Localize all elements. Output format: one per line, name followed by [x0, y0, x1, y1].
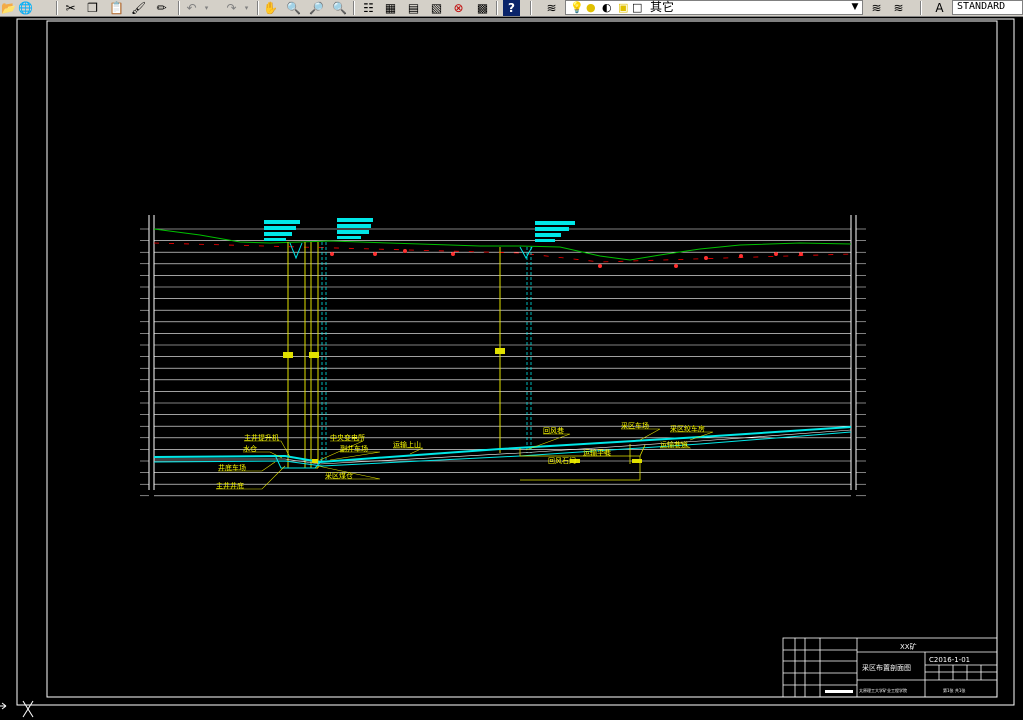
zoom-realtime-icon[interactable]: 🔍 — [285, 0, 302, 16]
layer-on-icon: 💡 — [570, 1, 584, 14]
redo-dropdown-icon[interactable]: ▾ — [238, 0, 255, 16]
title-block-sheet: 第1张 共1张 — [943, 687, 965, 693]
chevron-down-icon[interactable]: ▼ — [849, 1, 861, 14]
label-return-airway: 回风巷 — [543, 427, 564, 435]
separator — [920, 1, 922, 15]
paste-icon[interactable]: 📋 — [108, 0, 125, 16]
label-haulage-drift: 运输平巷 — [583, 448, 611, 457]
drawing-canvas[interactable]: 主井提升机 水仓 井底车场 主井井底 中央变电所 副井车场 采区煤仓 运输上山 … — [0, 17, 1023, 720]
separator — [353, 1, 355, 15]
text-style-icon[interactable]: A — [931, 0, 948, 16]
layer-freeze-icon: ● — [586, 1, 596, 14]
ucs-icon — [0, 700, 34, 718]
separator — [257, 1, 259, 15]
layer-name: 其它 — [650, 0, 675, 14]
layer-dropdown[interactable]: 💡 ● ◐ ▣ □ 其它 ▼ — [565, 0, 863, 15]
title-block-drawing-title: 采区布置剖面图 — [862, 663, 911, 672]
label-haulage-roadway: 运输巷道 — [660, 440, 688, 449]
sheet-set-icon[interactable]: ▧ — [428, 0, 445, 16]
title-block-fill — [825, 690, 853, 693]
separator — [496, 1, 498, 15]
title-block-drawing-number: C2016-1-01 — [929, 656, 970, 664]
title-block-design-unit: 太原理工大学矿业工程学院 — [859, 687, 907, 693]
separator — [56, 1, 58, 15]
match-properties-icon[interactable]: 🖌 — [130, 0, 147, 16]
separator — [178, 1, 180, 15]
main-shaft-headframe — [264, 220, 300, 241]
separator — [530, 1, 532, 15]
cut-icon[interactable]: ✂ — [62, 0, 79, 16]
layer-color-swatch: □ — [632, 1, 643, 14]
layer-lock-icon: ▣ — [618, 1, 629, 14]
layer-viewport-icon: ◐ — [602, 1, 612, 14]
zoom-window-icon[interactable]: 🔎 — [308, 0, 325, 16]
fault-markers — [330, 249, 803, 268]
calculator-icon[interactable]: ▩ — [474, 0, 491, 16]
pan-icon[interactable]: ✋ — [262, 0, 279, 16]
text-style-dropdown[interactable]: STANDARD — [952, 0, 1023, 15]
label-main-hoist: 主井提升机 — [244, 433, 279, 442]
label-district-bunker: 采区煤仓 — [325, 471, 353, 480]
standard-toolbar: 📂 🌐 ✂ ❐ 📋 🖌 ✏ ↶ ▾ ↷ ▾ ✋ 🔍 🔎 🔍 ☷ ▦ ▤ ▧ ⊗ … — [0, 0, 1023, 17]
ground-surface-line — [153, 228, 852, 261]
label-return-crosscut: 回风石门 — [548, 456, 576, 465]
markup-icon[interactable]: ⊗ — [450, 0, 467, 16]
make-layer-current-icon[interactable]: ≋ — [868, 0, 885, 16]
label-sump: 水仓 — [243, 444, 257, 453]
auxiliary-shaft-headframe — [337, 218, 373, 239]
design-center-icon[interactable]: ▦ — [382, 0, 399, 16]
properties-icon[interactable]: ☷ — [360, 0, 377, 16]
layer-previous-icon[interactable]: ≋ — [890, 0, 907, 16]
shaft-collar-marks — [289, 242, 533, 260]
copy-icon[interactable]: ❐ — [84, 0, 101, 16]
label-shaft-bottom-yard: 井底车场 — [218, 463, 246, 472]
auxiliary-shaft — [321, 242, 327, 462]
help-icon[interactable]: ? — [503, 0, 520, 16]
label-aux-shaft-yard: 副井车场 — [340, 444, 368, 453]
tool-palettes-icon[interactable]: ▤ — [405, 0, 422, 16]
title-block-company: XX矿 — [900, 642, 917, 651]
open-icon[interactable]: 📂 — [0, 0, 17, 16]
label-haulage-incline: 运输上山 — [393, 440, 421, 449]
label-district-yard: 采区车场 — [621, 421, 649, 430]
undo-dropdown-icon[interactable]: ▾ — [198, 0, 215, 16]
sheet-border-outer — [16, 18, 1015, 706]
zoom-previous-icon[interactable]: 🔍 — [331, 0, 348, 16]
label-central-substation: 中央变电所 — [330, 433, 365, 442]
label-main-shaft-bottom: 主井井底 — [216, 481, 244, 490]
layer-manager-icon[interactable]: ≋ — [543, 0, 560, 16]
sheet-border-inner — [46, 20, 998, 698]
block-editor-icon[interactable]: ✏ — [153, 0, 170, 16]
ventilation-shaft-headframe — [535, 221, 575, 242]
label-district-winch-room: 采区绞车房 — [670, 424, 705, 433]
publish-icon[interactable]: 🌐 — [17, 0, 34, 16]
